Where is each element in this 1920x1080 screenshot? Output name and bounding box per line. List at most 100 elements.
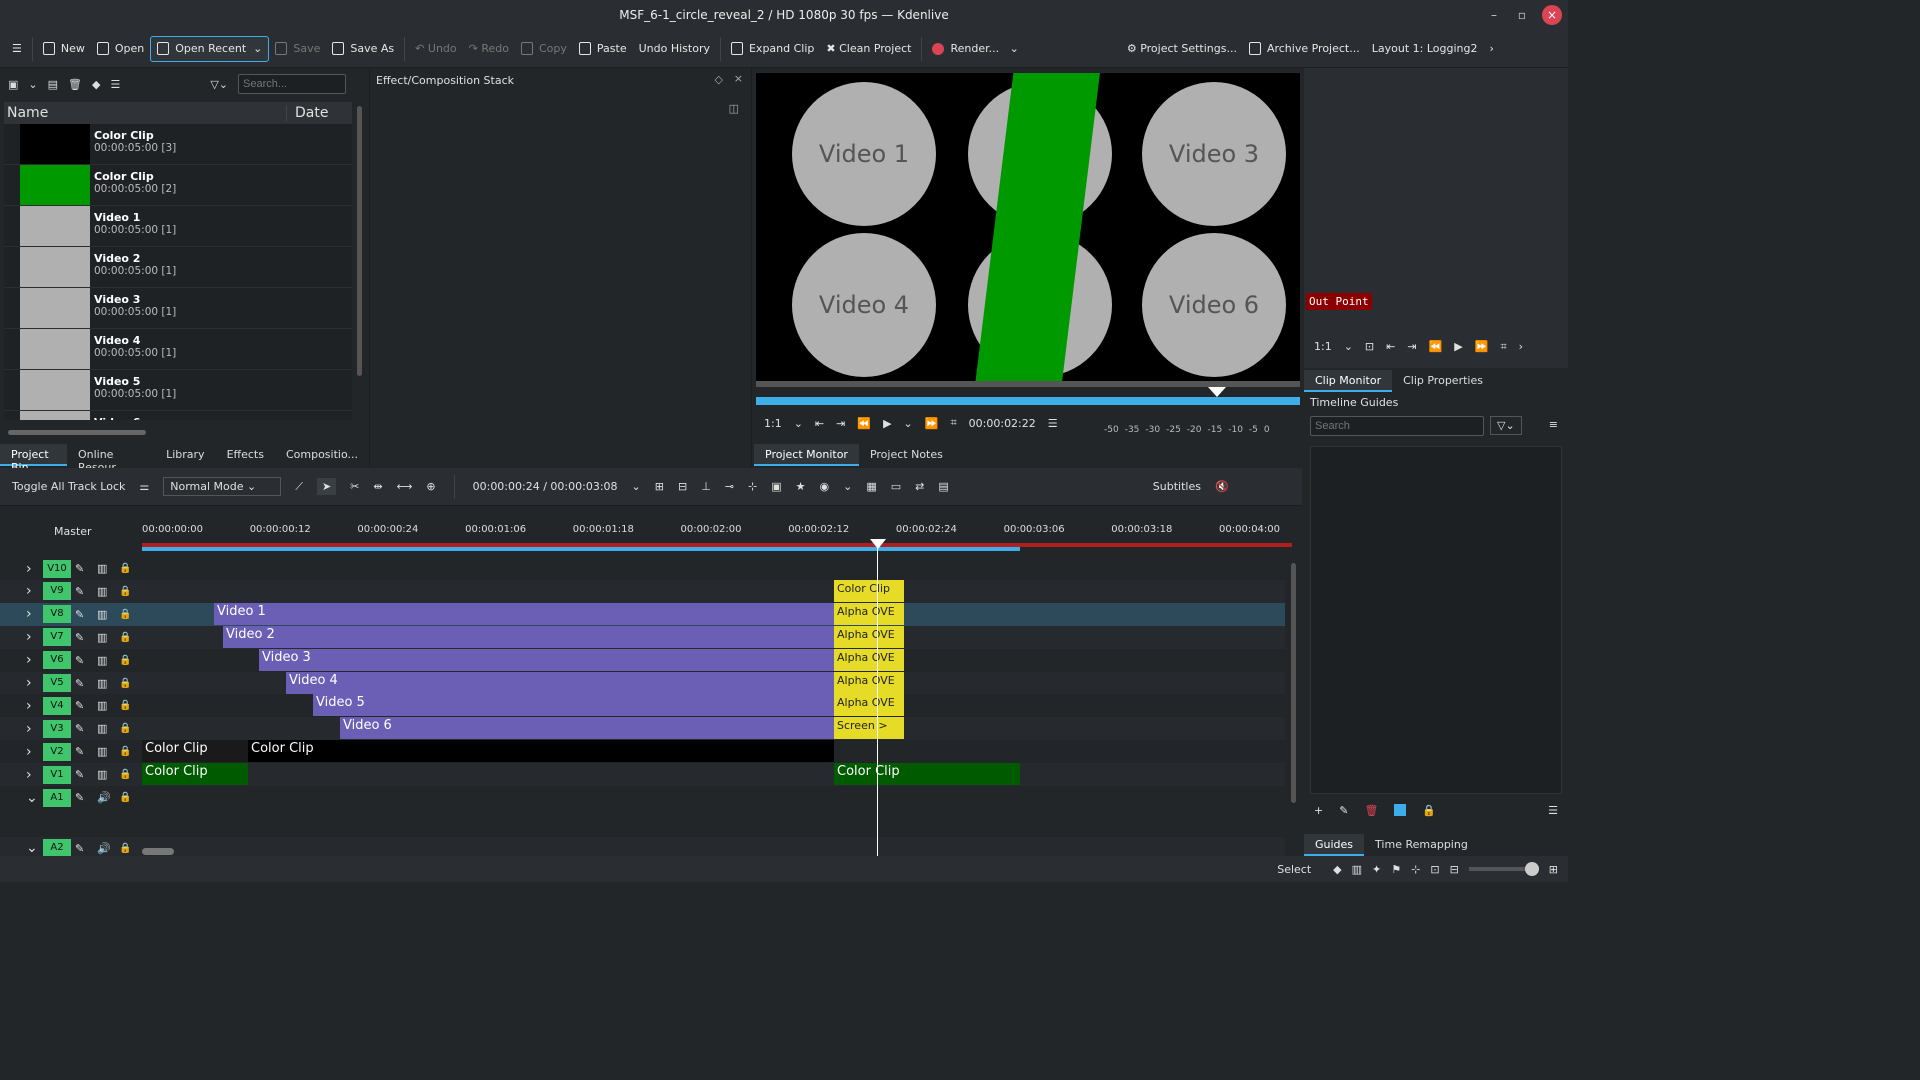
bin-clip-item[interactable]: Video 3 00:00:05:00 [1] (4, 288, 352, 329)
subtitle-icon[interactable]: ▤ (938, 480, 948, 493)
zone-icon[interactable]: ▭ (891, 480, 901, 493)
guides-tab[interactable]: Time Remapping (1364, 834, 1479, 856)
paste-button[interactable]: Paste (573, 36, 633, 62)
track-name[interactable]: V10 (43, 559, 71, 578)
delete-icon[interactable]: 🗑 (68, 78, 82, 91)
rewind-icon[interactable]: ⏪ (857, 417, 871, 430)
chevron-right-icon[interactable]: › (26, 583, 32, 599)
ruler-icon[interactable]: ▦ (866, 480, 876, 493)
lock-icon[interactable]: 🔒 (119, 655, 131, 666)
timeline-clip[interactable]: Color Clip (248, 740, 834, 763)
chevron-right-icon[interactable]: › (26, 675, 32, 691)
chevron-down-icon[interactable]: ⌄ (26, 790, 38, 806)
edit-icon[interactable]: ✎ (1339, 804, 1348, 817)
delete-icon[interactable]: 🗑 (1364, 804, 1378, 817)
timeline-clip[interactable]: Alpha OVE (834, 625, 904, 648)
track-name[interactable]: V4 (43, 696, 71, 715)
bin-clip-item[interactable]: Video 6 (4, 411, 352, 420)
fit-icon[interactable]: ⊡ (1365, 340, 1374, 354)
lock-icon[interactable]: 🔒 (119, 632, 131, 643)
film-icon[interactable]: ▥ (97, 677, 107, 690)
monitor-zone[interactable] (756, 397, 1300, 405)
toggle-track-lock-button[interactable]: Toggle All Track Lock (12, 480, 125, 493)
in-point-icon[interactable]: ⇤ (1386, 340, 1395, 354)
film-icon[interactable]: ▥ (97, 654, 107, 667)
lift-icon[interactable]: ⊥ (701, 480, 711, 493)
bin-clip-item[interactable]: Video 4 00:00:05:00 [1] (4, 329, 352, 370)
bin-tab[interactable]: Project Bin (0, 444, 67, 474)
track-name[interactable]: V3 (43, 719, 71, 738)
save-as-button[interactable]: Save As (326, 36, 400, 62)
lock-icon[interactable]: 🔒 (119, 769, 131, 780)
zoom-out-icon[interactable]: ⊟ (1450, 863, 1459, 876)
mixer-icon[interactable]: ⇄ (915, 480, 924, 493)
edit-icon[interactable]: ✎ (75, 654, 84, 667)
bin-vertical-scrollbar[interactable] (357, 106, 362, 376)
subtitles-label[interactable]: Subtitles (1153, 480, 1201, 493)
layout-selector[interactable]: Layout 1: Logging2 (1366, 36, 1484, 62)
timeline-clip[interactable]: Color Clip (142, 740, 248, 763)
clip-monitor-tab[interactable]: Clip Properties (1392, 370, 1494, 392)
zoom-slider[interactable] (1468, 862, 1539, 876)
chevron-right-icon[interactable]: › (26, 698, 32, 714)
hamburger-menu-icon[interactable]: ☰ (6, 36, 28, 62)
edit-mode-select[interactable]: Normal Mode ⌄ (163, 477, 282, 496)
track-settings-icon[interactable]: ⚌ (139, 480, 149, 493)
mute-icon[interactable]: 🔇 (1215, 480, 1229, 493)
menu-icon[interactable]: ☰ (1548, 804, 1558, 817)
archive-project-button[interactable]: Archive Project... (1243, 36, 1366, 62)
bin-clip-item[interactable]: Video 2 00:00:05:00 [1] (4, 247, 352, 288)
zoom-in-icon[interactable]: ⊞ (1549, 863, 1558, 876)
split-view-icon[interactable]: ⊹ (1411, 863, 1420, 876)
monitor-timecode[interactable]: 00:00:02:22 (969, 417, 1036, 430)
undo-history-button[interactable]: Undo History (633, 36, 716, 62)
chevron-down-icon[interactable]: ⌄ (1344, 340, 1353, 354)
open-recent-button[interactable]: Open Recent ⌄ (150, 35, 270, 62)
lock-icon[interactable]: 🔒 (119, 792, 131, 803)
spacer-tool-icon[interactable]: ⟋ (295, 480, 303, 494)
add-icon[interactable]: + (1314, 804, 1323, 817)
ripple-tool-icon[interactable]: ⟷ (397, 480, 413, 493)
bin-clip-item[interactable]: Color Clip 00:00:05:00 [3] (4, 124, 352, 165)
chevron-right-icon[interactable]: › (26, 744, 32, 760)
chevron-right-icon[interactable]: › (26, 629, 32, 645)
extract-icon[interactable]: ⊸ (725, 480, 734, 493)
guides-list[interactable] (1310, 446, 1562, 794)
track-name[interactable]: V7 (43, 628, 71, 647)
crop-icon[interactable]: ⌗ (1500, 340, 1506, 354)
timeline-clip[interactable]: Alpha OVE (834, 694, 904, 717)
timeline-clip[interactable]: Video 6 (340, 717, 834, 740)
close-icon[interactable]: × (1542, 5, 1562, 25)
edit-icon[interactable]: ✎ (75, 745, 84, 758)
minimize-icon[interactable]: – (1480, 8, 1508, 22)
zone-bar[interactable] (142, 547, 1020, 551)
chevron-right-icon[interactable]: › (26, 606, 32, 622)
copy-button[interactable]: Copy (515, 36, 573, 62)
lock-icon[interactable]: 🔒 (119, 609, 131, 620)
chevron-right-icon[interactable]: › (1519, 340, 1523, 354)
speaker-icon[interactable]: 🔊 (97, 791, 111, 804)
lock-icon[interactable]: 🔒 (119, 843, 131, 854)
out-point-icon[interactable]: ⇥ (1407, 340, 1416, 354)
filter-icon[interactable]: ▽⌄ (1490, 416, 1522, 435)
snap-icon[interactable]: ✦ (1372, 863, 1381, 876)
flag-icon[interactable]: ⚑ (1391, 863, 1401, 876)
clip-monitor-tab[interactable]: Clip Monitor (1304, 370, 1393, 392)
in-point-icon[interactable]: ⇤ (815, 417, 824, 430)
split-icon[interactable]: ⊹ (748, 480, 757, 493)
slip-tool-icon[interactable]: ⇹ (373, 480, 382, 493)
color-icon[interactable] (1394, 804, 1407, 816)
out-point-icon[interactable]: ⇥ (836, 417, 845, 430)
playhead-marker-icon[interactable] (1208, 387, 1226, 397)
timeline-clip[interactable]: Video 3 (259, 648, 834, 671)
open-button[interactable]: Open (91, 36, 150, 62)
overwrite-icon[interactable]: ⊟ (678, 480, 687, 493)
compare-icon[interactable]: ◫ (729, 102, 739, 115)
track-row[interactable]: ⌄ A1 ✎ 🔊 🔒 (0, 786, 1285, 809)
timeline-vertical-scrollbar[interactable] (1291, 563, 1296, 803)
edit-icon[interactable]: ✎ (75, 677, 84, 690)
chevron-right-icon[interactable]: › (26, 561, 32, 577)
track-name[interactable]: V9 (43, 582, 71, 601)
zoom-slider-handle[interactable] (1524, 862, 1539, 876)
zoom-fit-icon[interactable]: ⊡ (1430, 863, 1439, 876)
